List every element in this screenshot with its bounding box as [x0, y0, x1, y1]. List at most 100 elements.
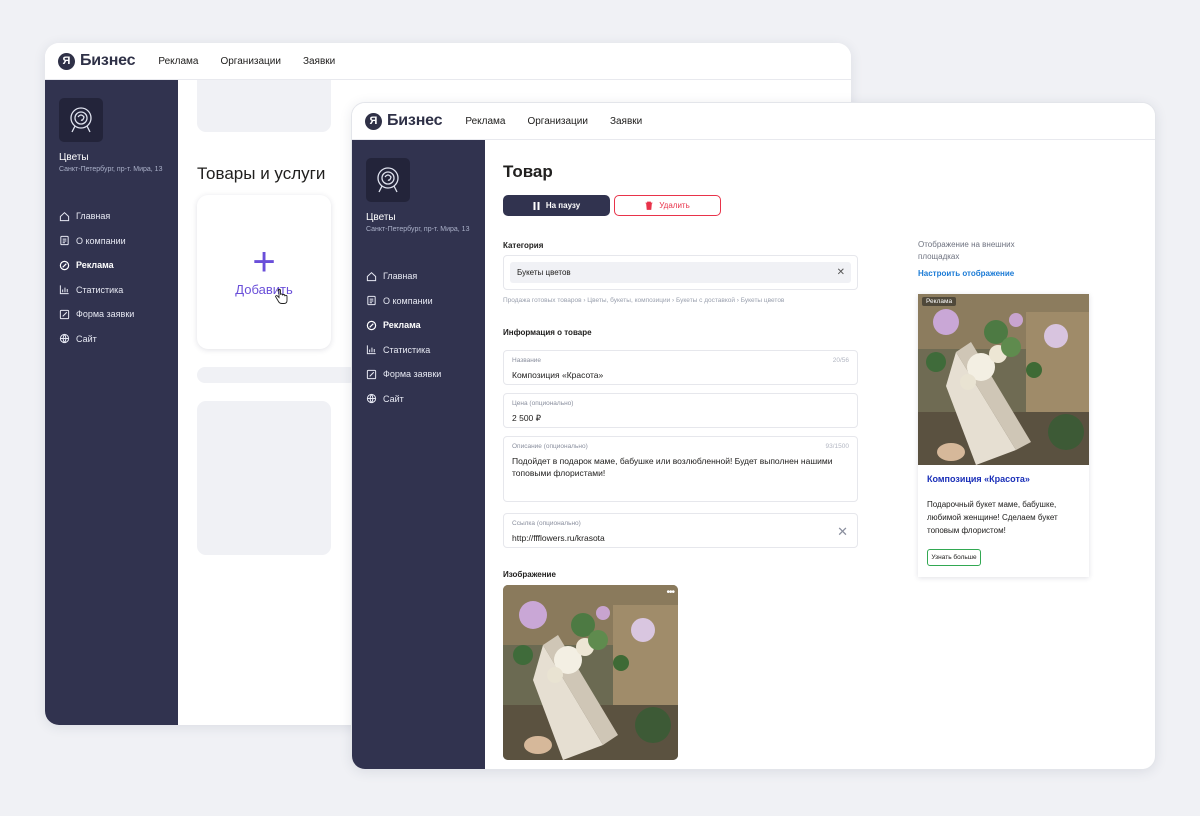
image-section-label: Изображение [503, 570, 556, 579]
link-field-value: http://ffflowers.ru/krasota [512, 533, 605, 543]
home-icon [59, 211, 70, 221]
sidebar-item-site[interactable]: Сайт [366, 387, 441, 412]
page-title: Товар [503, 162, 553, 181]
sidebar-item-stats[interactable]: Статистика [59, 278, 134, 303]
product-editor: Товар На паузу Удалить Категория Букеты … [485, 140, 1155, 769]
sidebar-item-request-form[interactable]: Форма заявки [59, 302, 134, 327]
link-field[interactable]: Ссылка (опционально) http://ffflowers.ru… [503, 513, 858, 548]
price-field[interactable]: Цена (опционально) 2 500 ₽ [503, 393, 858, 428]
sidebar-item-home[interactable]: Главная [366, 264, 441, 289]
name-field[interactable]: Название 20/56 Композиция «Красота» [503, 350, 858, 385]
delete-label: Удалить [659, 201, 690, 210]
image-menu-icon[interactable]: ••• [666, 587, 674, 598]
org-name: Цветы [366, 212, 396, 223]
configure-display-link[interactable]: Настроить отображение [918, 269, 1014, 278]
sidebar-menu: Главная О компании Реклама Статистика Фо… [366, 264, 441, 411]
sidebar-item-label: Сайт [383, 393, 404, 404]
edit-icon [59, 309, 70, 319]
sidebar-item-stats[interactable]: Статистика [366, 338, 441, 363]
product-image[interactable]: ••• [503, 585, 678, 760]
category-chip[interactable]: Букеты цветов ✕ [510, 262, 851, 283]
top-bar: Я Бизнес Реклама Организации Заявки [352, 103, 1155, 140]
brand-name: Бизнес [387, 112, 443, 129]
chart-icon [59, 285, 69, 295]
topnav-ads[interactable]: Реклама [158, 56, 198, 67]
topnav-requests[interactable]: Заявки [610, 116, 642, 127]
sidebar: Цветы Санкт-Петербург, пр-т. Мира, 13 Гл… [352, 140, 485, 769]
top-bar: Я Бизнес Реклама Организации Заявки [45, 43, 851, 80]
brand-name: Бизнес [80, 52, 136, 69]
sidebar-item-label: Форма заявки [76, 309, 135, 320]
ad-text: Подарочный букет маме, бабушке, любимой … [927, 500, 1058, 535]
sidebar-item-ads[interactable]: Реклама [59, 253, 134, 278]
org-name: Цветы [59, 152, 89, 163]
pause-label: На паузу [545, 201, 581, 210]
add-product-button[interactable]: + Добавить [197, 195, 331, 349]
ad-preview-image: Реклама [918, 294, 1089, 465]
topnav-organizations[interactable]: Организации [220, 56, 280, 67]
yandex-logo-icon: Я [58, 52, 75, 70]
sidebar-item-ads[interactable]: Реклама [366, 313, 441, 338]
globe-icon [59, 334, 70, 344]
sidebar-item-label: О компании [76, 235, 126, 246]
link-field-label: Ссылка (опционально) [512, 520, 581, 527]
topnav-organizations[interactable]: Организации [527, 116, 587, 127]
topnav-ads[interactable]: Реклама [465, 116, 505, 127]
org-logo[interactable] [366, 158, 410, 202]
home-icon [366, 271, 377, 281]
plus-icon: + [252, 239, 276, 284]
category-field[interactable]: Букеты цветов ✕ [503, 255, 858, 290]
sidebar-item-label: Статистика [76, 284, 124, 295]
category-value: Букеты цветов [517, 268, 571, 277]
sidebar-item-label: Форма заявки [383, 369, 442, 380]
document-icon [60, 236, 69, 246]
description-field-label: Описание (опционально) [512, 443, 588, 450]
placeholder-block [197, 401, 331, 555]
sidebar-item-home[interactable]: Главная [59, 204, 134, 229]
sidebar-item-request-form[interactable]: Форма заявки [366, 362, 441, 387]
org-address: Санкт-Петербург, пр-т. Мира, 13 [366, 226, 470, 233]
learn-more-button[interactable]: Узнать больше [927, 549, 981, 566]
rocket-icon [366, 320, 377, 330]
sidebar: Цветы Санкт-Петербург, пр-т. Мира, 13 Гл… [45, 80, 178, 725]
trash-icon [645, 201, 653, 210]
hand-cursor-icon [275, 288, 288, 304]
chart-icon [366, 345, 376, 355]
delete-button[interactable]: Удалить [614, 195, 721, 216]
clear-icon[interactable]: ✕ [837, 524, 848, 540]
sidebar-item-site[interactable]: Сайт [59, 327, 134, 352]
org-logo[interactable] [59, 98, 103, 142]
name-field-label: Название [512, 357, 542, 364]
sidebar-item-label: Главная [383, 271, 418, 282]
external-display-label: Отображение на внешних площадках [918, 240, 1015, 261]
sidebar-item-label: Реклама [383, 320, 421, 331]
brand-logo[interactable]: Я Бизнес [58, 52, 136, 70]
sidebar-item-label: Сайт [76, 333, 97, 344]
ad-badge: Реклама [922, 297, 957, 306]
pause-button[interactable]: На паузу [503, 195, 610, 216]
sidebar-item-label: О компании [383, 295, 433, 306]
sidebar-item-about[interactable]: О компании [59, 229, 134, 254]
description-field-value: Подойдет в подарок маме, бабушке или воз… [512, 456, 833, 478]
bouquet-photo [918, 294, 1089, 465]
name-char-count: 20/56 [832, 357, 849, 364]
rose-logo-icon [70, 107, 92, 133]
pause-icon [533, 201, 540, 210]
category-label: Категория [503, 241, 544, 250]
edit-icon [366, 369, 377, 379]
placeholder-bar [197, 367, 357, 383]
info-section-label: Информация о товаре [503, 328, 592, 337]
document-icon [367, 296, 376, 306]
rocket-icon [59, 260, 70, 270]
close-icon[interactable]: ✕ [837, 267, 845, 278]
topnav-requests[interactable]: Заявки [303, 56, 335, 67]
rose-logo-icon [377, 167, 399, 193]
description-field[interactable]: Описание (опционально) 93/1500 Подойдет … [503, 436, 858, 502]
ad-preview-card: Реклама Композиция «Красота» Подарочный … [918, 294, 1089, 577]
price-field-value: 2 500 ₽ [512, 413, 542, 423]
price-field-label: Цена (опционально) [512, 400, 574, 407]
sidebar-item-about[interactable]: О компании [366, 289, 441, 314]
name-field-value: Композиция «Красота» [512, 370, 604, 380]
ad-title[interactable]: Композиция «Красота» [927, 474, 1030, 484]
brand-logo[interactable]: Я Бизнес [365, 112, 443, 130]
